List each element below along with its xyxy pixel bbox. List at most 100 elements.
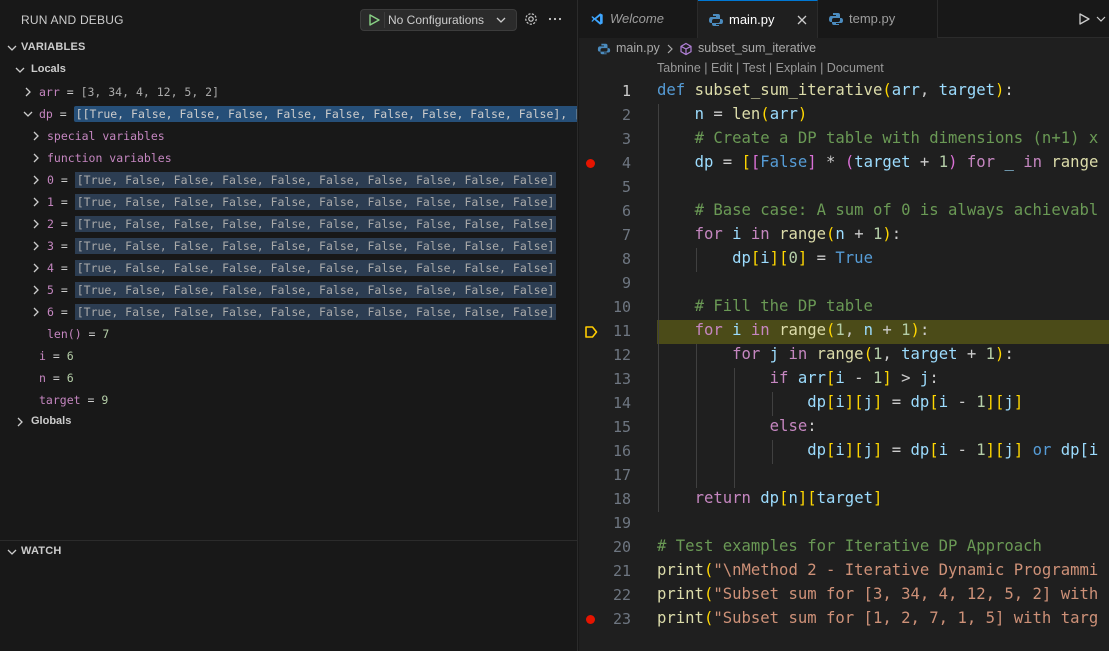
line-number: 14	[612, 394, 631, 412]
start-debugging-icon[interactable]	[367, 13, 381, 27]
code-line-18[interactable]: return dp[n][target]	[657, 489, 883, 507]
code-line-7[interactable]: for i in range(n + 1):	[657, 225, 902, 243]
row-value: [True, False, False, False, False, False…	[74, 238, 557, 254]
chevron-down-icon	[7, 549, 17, 555]
line-number: 13	[612, 370, 631, 388]
chevron-right-icon	[17, 417, 23, 427]
row-index: 0	[47, 173, 54, 187]
divider	[384, 12, 385, 28]
chevron-right-icon	[33, 219, 39, 229]
code-line-22[interactable]: print("Subset sum for [3, 34, 4, 12, 5, …	[657, 585, 1098, 603]
watch-header-label: WATCH	[21, 545, 62, 557]
scope-globals[interactable]: Globals	[0, 411, 577, 433]
chevron-down-icon	[23, 111, 33, 117]
chevron-down-icon[interactable]	[494, 13, 508, 27]
code-line-10[interactable]: # Fill the DP table	[657, 297, 873, 315]
globals-label: Globals	[31, 415, 72, 427]
line-number: 7	[621, 226, 631, 244]
line-number: 3	[621, 130, 631, 148]
tab-label: temp.py	[849, 11, 896, 26]
gear-icon[interactable]	[523, 11, 539, 27]
chevron-down-icon[interactable]	[1095, 13, 1107, 25]
tab-main-py[interactable]: main.py	[698, 0, 818, 38]
code-line-3[interactable]: # Create a DP table with dimensions (n+1…	[657, 129, 1099, 147]
dp-row-3[interactable]: 3 = [True, False, False, False, False, F…	[0, 235, 577, 257]
line-number: 2	[621, 106, 631, 124]
scope-locals[interactable]: Locals	[0, 59, 577, 81]
line-number: 8	[621, 250, 631, 268]
variable-target[interactable]: target = 9	[0, 389, 577, 411]
breadcrumb-symbol[interactable]: subset_sum_iterative	[698, 41, 816, 55]
row-value: [True, False, False, False, False, False…	[74, 216, 557, 232]
code-line-12[interactable]: for j in range(1, target + 1):	[657, 345, 1014, 363]
line-number: 15	[612, 418, 631, 436]
code-editor: Welcome main.py temp.py main.py subset_s…	[579, 0, 1109, 651]
breadcrumb-file[interactable]: main.py	[616, 41, 660, 55]
group-label: special variables	[47, 129, 165, 143]
line-number: 18	[612, 490, 631, 508]
row-index: 2	[47, 217, 54, 231]
row-index: 5	[47, 283, 54, 297]
dp-row-4[interactable]: 4 = [True, False, False, False, False, F…	[0, 257, 577, 279]
row-value: [True, False, False, False, False, False…	[74, 260, 557, 276]
code-line-1[interactable]: def subset_sum_iterative(arr, target):	[657, 81, 1014, 99]
watch-section-header[interactable]: WATCH	[0, 541, 577, 563]
debug-configuration-select[interactable]: No Configurations	[360, 9, 517, 31]
variable-value: 9	[101, 393, 109, 407]
locals-label: Locals	[31, 63, 66, 75]
code-line-11[interactable]: for i in range(1, n + 1):	[657, 321, 930, 339]
tab-welcome[interactable]: Welcome	[579, 0, 698, 38]
code-line-15[interactable]: else:	[657, 417, 817, 435]
code-line-4[interactable]: dp = [[False] * (target + 1) for _ in ra…	[657, 153, 1099, 171]
variable-n[interactable]: n = 6	[0, 367, 577, 389]
python-file-icon	[829, 13, 843, 25]
editor-tab-bar: Welcome main.py temp.py	[579, 0, 1109, 38]
tab-temp-py[interactable]: temp.py	[818, 0, 938, 38]
chevron-right-icon	[33, 263, 39, 273]
chevron-right-icon	[33, 197, 39, 207]
row-value: [True, False, False, False, False, False…	[74, 282, 557, 298]
indent-guide	[696, 344, 697, 488]
more-actions-icon[interactable]	[547, 11, 563, 27]
special-variables-group[interactable]: special variables	[0, 125, 577, 147]
line-number: 5	[621, 178, 631, 196]
dp-row-1[interactable]: 1 = [True, False, False, False, False, F…	[0, 191, 577, 213]
function-variables-group[interactable]: function variables	[0, 147, 577, 169]
chevron-right-icon	[667, 44, 673, 54]
variable-len[interactable]: len() = 7	[0, 323, 577, 345]
variable-value: 6	[66, 371, 74, 385]
code-line-6[interactable]: # Base case: A sum of 0 is always achiev…	[657, 201, 1099, 219]
code-line-14[interactable]: dp[i][j] = dp[i - 1][j]	[657, 393, 1023, 411]
close-icon[interactable]	[795, 13, 809, 27]
code-line-16[interactable]: dp[i][j] = dp[i - 1][j] or dp[i	[657, 441, 1098, 459]
chevron-right-icon	[25, 87, 31, 97]
variable-value: 7	[102, 327, 110, 341]
line-number: 17	[612, 466, 631, 484]
run-icon[interactable]	[1077, 12, 1091, 26]
tabnine-codelens[interactable]: Tabnine | Edit | Test | Explain | Docume…	[657, 61, 884, 75]
variable-value: [3, 34, 4, 12, 5, 2]	[80, 85, 220, 99]
code-line-8[interactable]: dp[i][0] = True	[657, 249, 873, 267]
dp-row-0[interactable]: 0 = [True, False, False, False, False, F…	[0, 169, 577, 191]
dp-row-5[interactable]: 5 = [True, False, False, False, False, F…	[0, 279, 577, 301]
variables-header-label: VARIABLES	[21, 41, 86, 53]
code-line-21[interactable]: print("\nMethod 2 - Iterative Dynamic Pr…	[657, 561, 1098, 579]
breadcrumb: main.py subset_sum_iterative	[579, 38, 1109, 60]
variables-section-header[interactable]: VARIABLES	[0, 37, 577, 59]
code-line-20[interactable]: # Test examples for Iterative DP Approac…	[657, 537, 1042, 555]
variable-i[interactable]: i = 6	[0, 345, 577, 367]
variable-dp[interactable]: dp = [[True, False, False, False, False,…	[0, 103, 577, 125]
group-label: function variables	[47, 151, 172, 165]
row-value: [True, False, False, False, False, False…	[74, 194, 557, 210]
chevron-right-icon	[33, 285, 39, 295]
chevron-right-icon	[33, 175, 39, 185]
dp-row-6[interactable]: 6 = [True, False, False, False, False, F…	[0, 301, 577, 323]
dp-row-2[interactable]: 2 = [True, False, False, False, False, F…	[0, 213, 577, 235]
variable-arr[interactable]: arr = [3, 34, 4, 12, 5, 2]	[0, 81, 577, 103]
code-line-2[interactable]: n = len(arr)	[657, 105, 808, 123]
python-file-icon	[597, 43, 611, 55]
line-number: 11	[612, 322, 631, 340]
code-line-13[interactable]: if arr[i - 1] > j:	[657, 369, 939, 387]
code-line-23[interactable]: print("Subset sum for [1, 2, 7, 1, 5] wi…	[657, 609, 1098, 627]
python-file-icon	[709, 14, 723, 26]
